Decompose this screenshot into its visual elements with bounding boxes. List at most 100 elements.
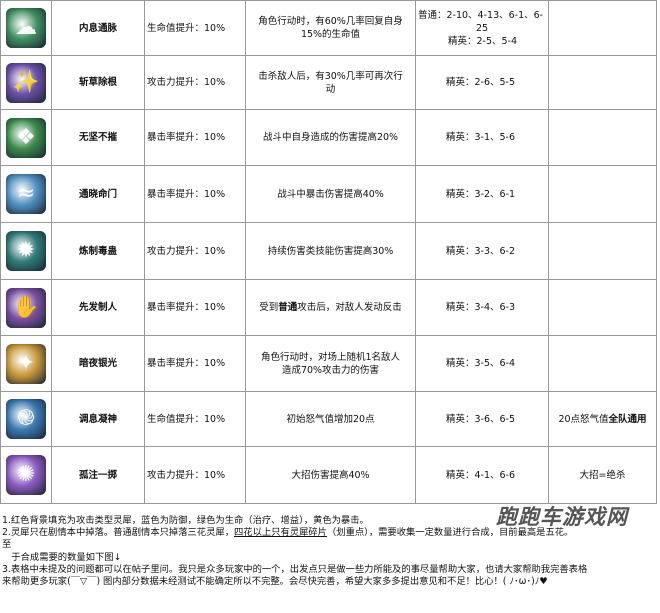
skill-name: 孤注一掷 <box>51 446 145 504</box>
skill-name: 斩草除根 <box>51 55 145 110</box>
purple-hand-icon: ✋ <box>6 287 46 328</box>
skill-stat: 生命值提升：10% <box>144 391 246 447</box>
skill-drop-location: 精英：3-6、6-5 <box>415 391 549 447</box>
skill-icon-cell: ❖ <box>0 109 52 166</box>
skill-stat: 暴击率提升：10% <box>144 165 246 223</box>
skill-icon-cell: ✨ <box>0 55 52 110</box>
location-elite: 精英：4-1、6-6 <box>446 469 516 481</box>
location-elite: 精英：3-6、6-5 <box>446 413 516 425</box>
skill-extra: 大招=绝杀 <box>548 446 657 504</box>
note-2-cont: 至 <box>2 539 12 551</box>
location-elite: 精英：3-3、6-2 <box>446 245 516 257</box>
desc-line-1: 初始怒气值增加20点 <box>286 413 375 425</box>
note-2-underlined: 四花以上只有灵犀碎片 <box>234 527 327 539</box>
skill-extra <box>548 279 657 336</box>
table-row: ≈ 通晓命门 暴击率提升：10% 战斗中暴击伤害提高40% 精英：3-2、6-1 <box>0 165 657 223</box>
skill-name: 先发制人 <box>51 279 145 336</box>
skill-icon-cell: ☁ <box>0 0 52 56</box>
skill-stat: 攻击力提升：10% <box>144 446 246 504</box>
blue-cloud-icon: ☁ <box>6 8 46 48</box>
desc-line-2: 动 <box>325 83 336 95</box>
desc-line-2: 15%的生命值 <box>300 29 361 40</box>
desc-line-1: 击杀敌人后，有30%几率可再次行 <box>258 70 403 82</box>
skill-extra <box>548 55 657 110</box>
skill-description: 角色行动时，有60%几率回复自身 15%的生命值 <box>245 0 416 56</box>
note-2-text-b: （划重点），需要收集一定数量进行合成，目前最高是五花。 <box>326 527 574 539</box>
extra-note: 大招=绝杀 <box>579 469 626 481</box>
desc-line-1: 角色行动时，对场上随机1名敌人 <box>260 351 401 363</box>
green-shield-icon: ❖ <box>6 117 46 158</box>
desc-post: 攻击后，对敌人发动反击 <box>297 302 402 313</box>
skill-name: 暗夜银光 <box>51 335 145 392</box>
note-2-cont-2: 于合成需要的数量如下图↓ <box>2 551 122 563</box>
skill-drop-location: 精英：3-1、5-6 <box>415 109 549 166</box>
skill-drop-location: 精英：2-6、5-5 <box>415 55 549 110</box>
desc-bold: 普通 <box>278 302 298 313</box>
table-row: ✺ 孤注一掷 攻击力提升：10% 大招伤害提高40% 精英：4-1、6-6 大招=绝杀 <box>0 446 657 504</box>
skill-extra <box>548 335 657 392</box>
skill-extra: 20点怒气值全队通用 <box>548 391 657 447</box>
skill-name: 通晓命门 <box>51 165 145 223</box>
skill-icon-cell: ✋ <box>0 279 52 336</box>
location-normal-cont: 25 <box>476 22 489 34</box>
location-elite: 精英：3-5、6-4 <box>446 358 516 369</box>
teal-beetle-icon: ✹ <box>6 231 46 271</box>
desc-line-1: 战斗中暴击伤害提高40% <box>277 188 384 200</box>
skill-stat: 生命值提升：10% <box>144 0 246 56</box>
notes: 1.红色背景填充为攻击类型灵犀，蓝色为防御，绿色为生命（治疗、增益），黄色为暴击… <box>2 515 654 588</box>
skill-description: 战斗中自身造成的伤害提高20% <box>245 109 416 166</box>
skill-stat: 暴击率提升：10% <box>144 279 246 336</box>
skill-extra <box>548 222 657 280</box>
note-3: 3.表格中未提及的问题都可以在帖子里问。我只是众多玩家中的一个，出发点只是做一些… <box>2 563 588 575</box>
blue-wind-icon: ≈ <box>6 174 46 214</box>
note-1: 1.红色背景填充为攻击类型灵犀，蓝色为防御，绿色为生命（治疗、增益），黄色为暴击… <box>2 515 369 526</box>
skill-drop-location: 精英：3-2、6-1 <box>415 165 549 223</box>
skill-description: 大招伤害提高40% <box>245 446 416 504</box>
table-row: ✨ 斩草除根 攻击力提升：10% 击杀敌人后，有30%几率可再次行动精英：2-6、5-… <box>0 55 657 110</box>
table-row: ✦ 暗夜银光 暴击率提升：10% 角色行动时，对场上随机1名敌人 造成70%攻击力的伤害… <box>0 335 657 392</box>
purple-claw-icon: ✨ <box>6 62 46 103</box>
table-row: ֎ 调息凝神 生命值提升：10% 初始怒气值增加20点 精英：3-6、6-5 20点怒气值… <box>0 391 657 447</box>
table-row: ✋ 先发制人 暴击率提升：10% 受到普通攻击后，对敌人发动反击 精英：3-4、6-3 <box>0 279 657 336</box>
skill-stat: 暴击率提升：10% <box>144 109 246 166</box>
desc-line-1: 大招伤害提高40% <box>291 469 370 481</box>
desc-pre: 受到 <box>259 302 279 313</box>
skill-drop-location: 精英：3-3、6-2 <box>415 222 549 280</box>
skill-drop-location: 精英：3-4、6-3 <box>415 279 549 336</box>
skill-extra <box>548 109 657 166</box>
extra-pre: 20点怒气值 <box>558 413 609 425</box>
skill-name: 炼制毒蛊 <box>51 222 145 280</box>
desc-line-1: 角色行动时，有60%几率回复自身 <box>258 16 403 27</box>
skill-stat: 暴击率提升：10% <box>144 335 246 392</box>
location-elite: 精英：2-6、5-5 <box>446 77 516 88</box>
desc-line-1: 持续伤害类技能伤害提高30% <box>267 245 394 257</box>
location-elite: 精英：3-4、6-3 <box>446 302 516 313</box>
note-2-text-a: 2.灵犀只在剧情本中掉落。普通剧情本只掉落三花灵犀， <box>2 527 234 539</box>
desc-line-1: 战斗中自身造成的伤害提高20% <box>262 132 399 143</box>
table-row: ❖ 无坚不摧 暴击率提升：10% 战斗中自身造成的伤害提高20% 精英：3-1、5-6 <box>0 109 657 166</box>
skill-name: 无坚不摧 <box>51 109 145 166</box>
skill-extra <box>548 165 657 223</box>
purple-burst-icon: ✺ <box>6 455 46 495</box>
table-row: ✹ 炼制毒蛊 攻击力提升：10% 持续伤害类技能伤害提高30% 精英：3-3、6-2 <box>0 222 657 280</box>
table-row: ☁ 内息通脉 生命值提升：10% 角色行动时，有60%几率回复自身 15%的生命值 普通：… <box>0 0 657 56</box>
skill-name: 内息通脉 <box>51 0 145 56</box>
skill-stat: 攻击力提升：10% <box>144 55 246 110</box>
note-2: 2.灵犀只在剧情本中掉落。普通剧情本只掉落三花灵犀，四花以上只有灵犀碎片（划重点… <box>2 527 654 539</box>
skill-extra <box>548 0 657 56</box>
skill-description: 角色行动时，对场上随机1名敌人 造成70%攻击力的伤害 <box>245 335 416 392</box>
skill-drop-location: 普通：2-10、4-13、6-1、6- 25 精英：2-5、5-4 <box>415 0 549 56</box>
skill-icon-cell: ✺ <box>0 446 52 504</box>
desc-line-2: 造成70%攻击力的伤害 <box>281 364 380 376</box>
skill-description: 击杀敌人后，有30%几率可再次行动 <box>245 55 416 110</box>
skill-icon-cell: ֎ <box>0 391 52 447</box>
skill-description: 持续伤害类技能伤害提高30% <box>245 222 416 280</box>
blue-swirl-icon: ֎ <box>6 399 46 439</box>
skill-description: 战斗中暴击伤害提高40% <box>245 165 416 223</box>
skill-table: ☁ 内息通脉 生命值提升：10% 角色行动时，有60%几率回复自身 15%的生命值 普通：… <box>0 0 657 504</box>
location-normal: 普通：2-10、4-13、6-1、6- <box>418 9 544 21</box>
location-elite: 精英：2-5、5-4 <box>448 35 518 47</box>
extra-bold: 全队通用 <box>608 413 647 425</box>
skill-icon-cell: ✦ <box>0 335 52 392</box>
note-3-cont: 来帮助更多玩家(￣▽￣) 图内部分数据未经测试不能确定所以不完整。会尽快完善，希… <box>2 576 548 588</box>
